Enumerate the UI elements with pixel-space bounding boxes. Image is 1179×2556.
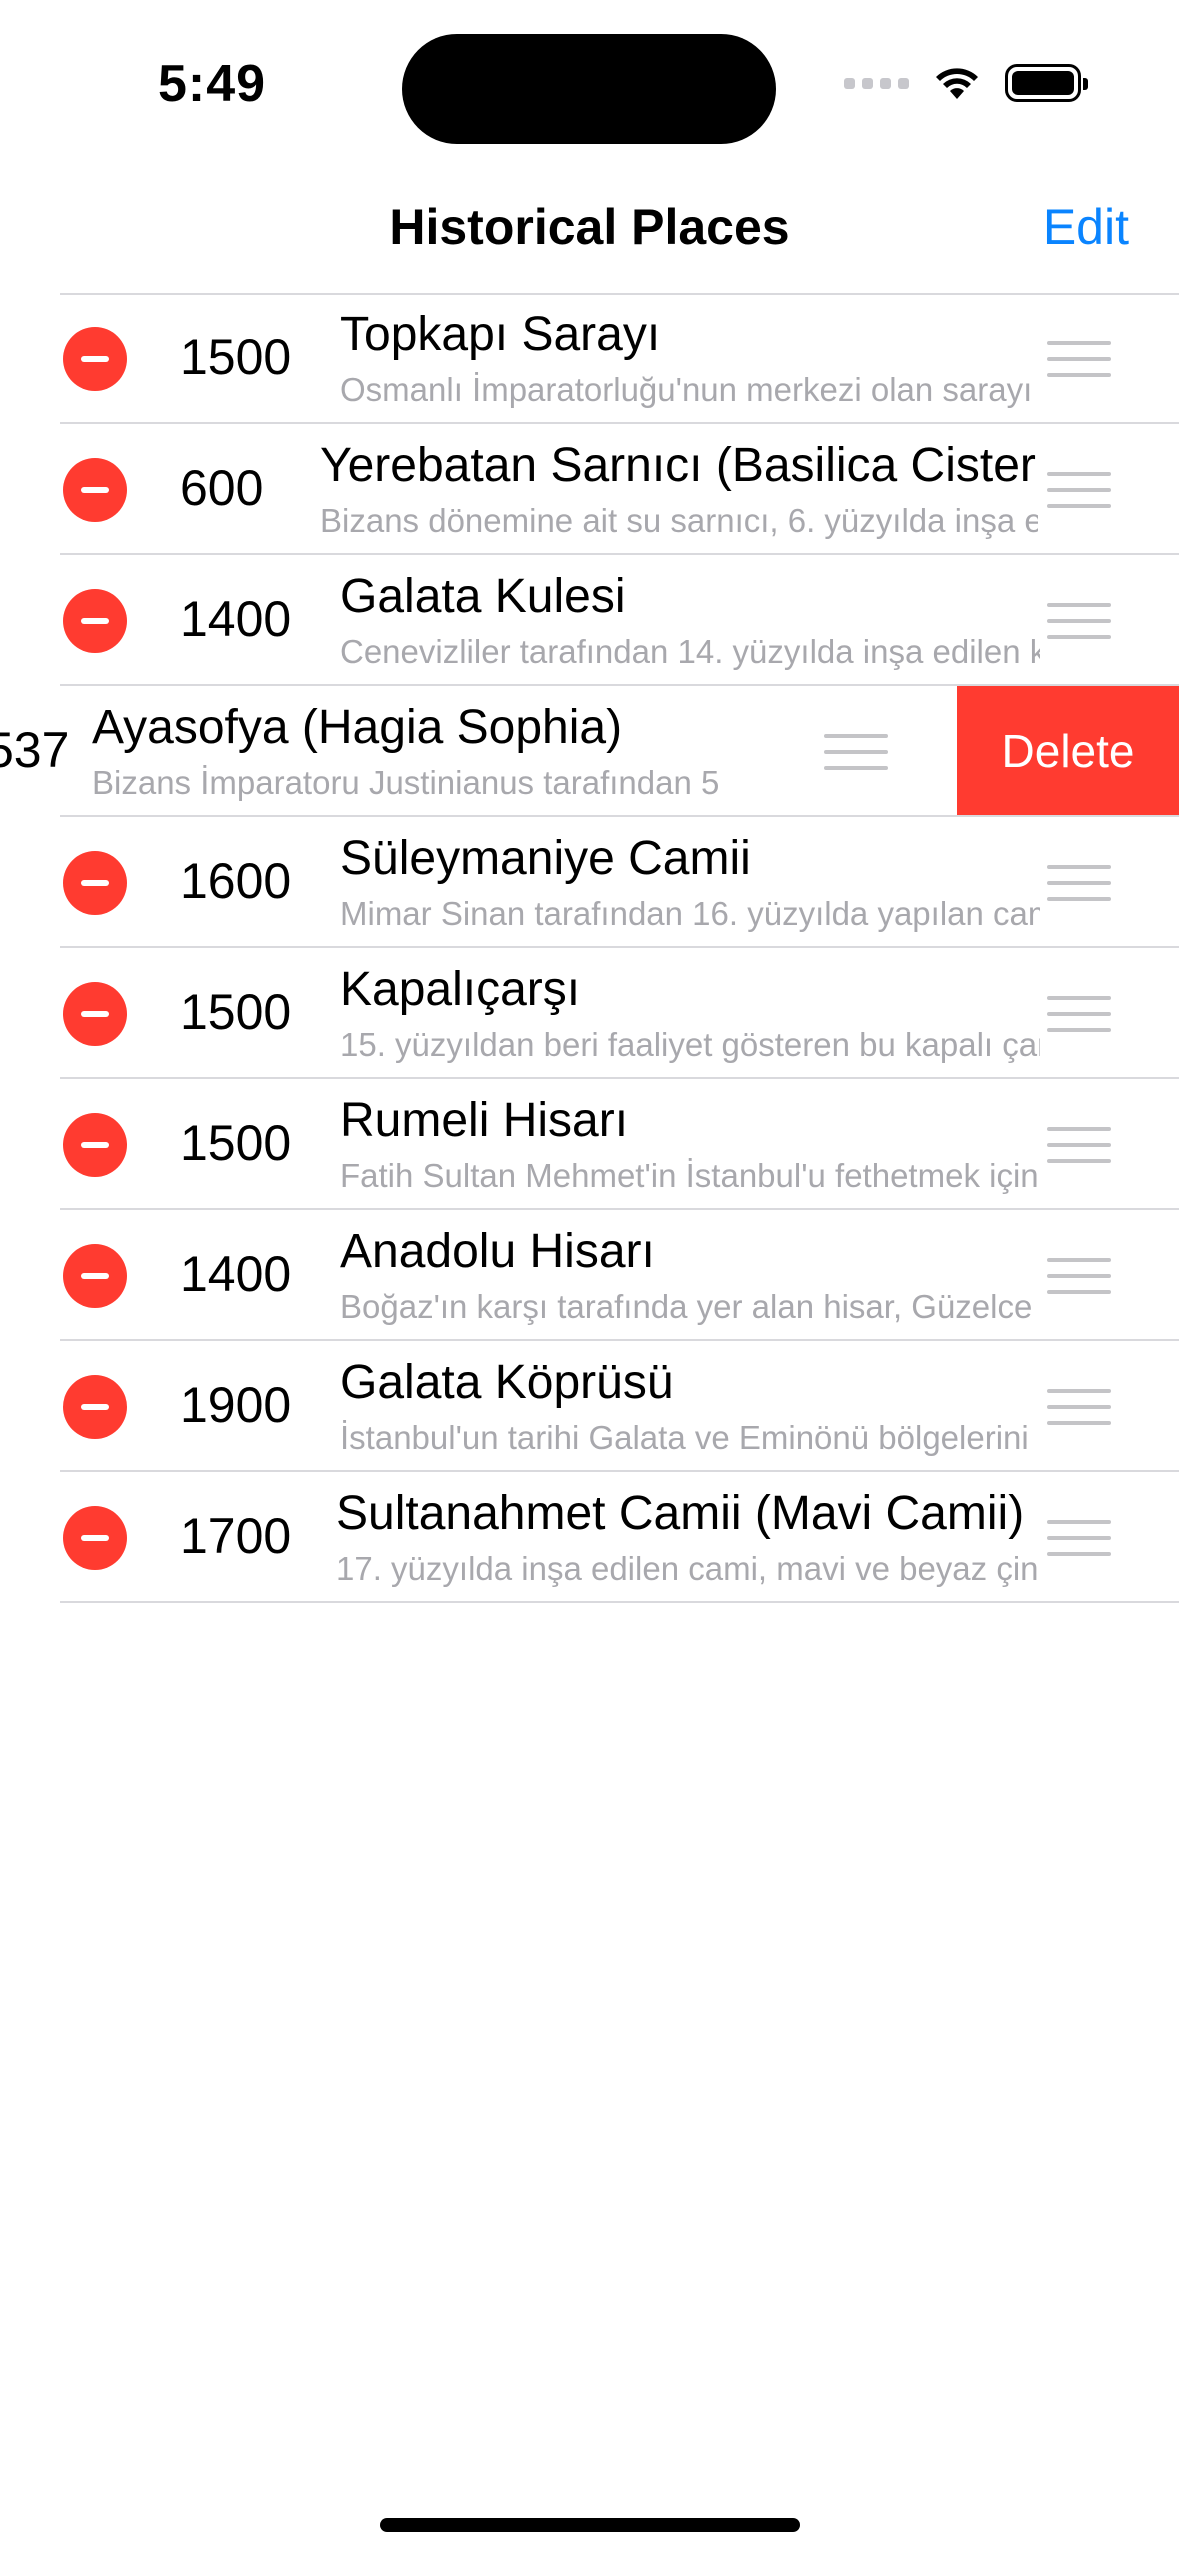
page-title: Historical Places [389, 199, 790, 255]
row-title: Süleymaniye Camii [340, 832, 751, 885]
row-subtitle: Mimar Sinan tarafından 16. yüzyılda yapı… [340, 895, 1040, 932]
reorder-handle-icon[interactable] [824, 734, 888, 770]
reorder-handle-icon[interactable] [1047, 1127, 1111, 1163]
row-text: Kapalıçarşı 15. yüzyıldan beri faaliyet … [340, 958, 1040, 1066]
row-title: Yerebatan Sarnıcı (Basilica Cistern) [320, 439, 1038, 492]
list-item[interactable]: 600 Yerebatan Sarnıcı (Basilica Cistern)… [0, 424, 1179, 555]
list-item[interactable]: 1400 Anadolu Hisarı Boğaz'ın karşı taraf… [0, 1210, 1179, 1341]
signal-icon [844, 77, 909, 89]
list-item-swiped[interactable]: 537 Ayasofya (Hagia Sophia) Bizans İmpar… [0, 686, 1179, 817]
row-year: 1500 [180, 329, 292, 385]
edit-button[interactable]: Edit [1043, 198, 1129, 256]
reorder-handle-icon[interactable] [1047, 341, 1111, 377]
row-title: Galata Kulesi [340, 570, 626, 623]
reorder-handle-icon[interactable] [1047, 603, 1111, 639]
list-item[interactable]: 1900 Galata Köprüsü İstanbul'un tarihi G… [0, 1341, 1179, 1472]
minus-circle-icon[interactable] [63, 851, 127, 915]
row-text: Anadolu Hisarı Boğaz'ın karşı tarafında … [340, 1220, 1040, 1328]
minus-circle-icon[interactable] [63, 982, 127, 1046]
row-title: Rumeli Hisarı [340, 1094, 629, 1147]
row-subtitle: Bizans dönemine ait su sarnıcı, 6. yüzyı… [320, 502, 1038, 539]
row-text: Sultanahmet Camii (Mavi Camii) 17. yüzyı… [336, 1482, 1040, 1590]
home-indicator[interactable] [380, 2518, 800, 2532]
reorder-handle-icon[interactable] [1047, 865, 1111, 901]
list-item[interactable]: 1500 Topkapı Sarayı Osmanlı İmparatorluğ… [0, 293, 1179, 424]
minus-circle-icon[interactable] [63, 589, 127, 653]
row-title: Topkapı Sarayı [340, 308, 661, 361]
list-item[interactable]: 1700 Sultanahmet Camii (Mavi Camii) 17. … [0, 1472, 1179, 1603]
row-year: 1400 [180, 1246, 292, 1302]
row-text: Ayasofya (Hagia Sophia) Bizans İmparator… [92, 696, 812, 804]
row-title: Galata Köprüsü [340, 1356, 674, 1409]
row-text: Topkapı Sarayı Osmanlı İmparatorluğu'nun… [340, 303, 1040, 411]
row-title: Kapalıçarşı [340, 963, 581, 1016]
row-year: 537 [0, 722, 70, 778]
row-subtitle: 17. yüzyılda inşa edilen cami, mavi ve b… [336, 1550, 1040, 1587]
row-year: 1600 [180, 853, 292, 909]
list-item[interactable]: 1400 Galata Kulesi Cenevizliler tarafınd… [0, 555, 1179, 686]
row-year: 1700 [180, 1508, 292, 1564]
list-item[interactable]: 1500 Rumeli Hisarı Fatih Sultan Mehmet'i… [0, 1079, 1179, 1210]
row-text: Süleymaniye Camii Mimar Sinan tarafından… [340, 827, 1040, 935]
minus-circle-icon[interactable] [63, 1375, 127, 1439]
row-subtitle: 15. yüzyıldan beri faaliyet gösteren bu … [340, 1026, 1040, 1063]
row-subtitle: Osmanlı İmparatorluğu'nun merkezi olan s… [340, 371, 1033, 408]
row-year: 1400 [180, 591, 292, 647]
dynamic-island [402, 34, 776, 144]
row-subtitle: Cenevizliler tarafından 14. yüzyılda inş… [340, 633, 1040, 670]
row-text: Galata Köprüsü İstanbul'un tarihi Galata… [340, 1351, 1040, 1459]
row-year: 1900 [180, 1377, 292, 1433]
reorder-handle-icon[interactable] [1047, 472, 1111, 508]
row-text: Rumeli Hisarı Fatih Sultan Mehmet'in İst… [340, 1089, 1040, 1197]
status-indicators [844, 64, 1088, 102]
list-item[interactable]: 1600 Süleymaniye Camii Mimar Sinan taraf… [0, 817, 1179, 948]
row-title: Sultanahmet Camii (Mavi Camii) [336, 1487, 1025, 1540]
row-year: 1500 [180, 1115, 292, 1171]
row-subtitle: Boğaz'ın karşı tarafında yer alan hisar,… [340, 1288, 1040, 1325]
minus-circle-icon[interactable] [63, 1506, 127, 1570]
reorder-handle-icon[interactable] [1047, 1258, 1111, 1294]
minus-circle-icon[interactable] [63, 327, 127, 391]
minus-circle-icon[interactable] [63, 1113, 127, 1177]
battery-icon [1005, 64, 1088, 102]
status-time: 5:49 [158, 55, 267, 113]
row-text: Yerebatan Sarnıcı (Basilica Cistern) Biz… [320, 434, 1038, 542]
minus-circle-icon[interactable] [63, 458, 127, 522]
row-title: Anadolu Hisarı [340, 1225, 655, 1278]
reorder-handle-icon[interactable] [1047, 1520, 1111, 1556]
delete-button[interactable]: Delete [957, 686, 1179, 815]
row-year: 1500 [180, 984, 292, 1040]
row-text: Galata Kulesi Cenevizliler tarafından 14… [340, 565, 1040, 673]
row-subtitle: Bizans İmparatoru Justinianus tarafından… [92, 764, 720, 801]
row-subtitle: Fatih Sultan Mehmet'in İstanbul'u fethet… [340, 1157, 1040, 1194]
list-item[interactable]: 1500 Kapalıçarşı 15. yüzyıldan beri faal… [0, 948, 1179, 1079]
status-bar: 5:49 [0, 0, 1179, 180]
row-subtitle: İstanbul'un tarihi Galata ve Eminönü böl… [340, 1419, 1040, 1456]
row-year: 600 [180, 460, 264, 516]
places-list: 1500 Topkapı Sarayı Osmanlı İmparatorluğ… [0, 293, 1179, 1603]
reorder-handle-icon[interactable] [1047, 1389, 1111, 1425]
row-title: Ayasofya (Hagia Sophia) [92, 701, 623, 754]
minus-circle-icon[interactable] [63, 1244, 127, 1308]
wifi-icon [936, 68, 978, 99]
reorder-handle-icon[interactable] [1047, 996, 1111, 1032]
